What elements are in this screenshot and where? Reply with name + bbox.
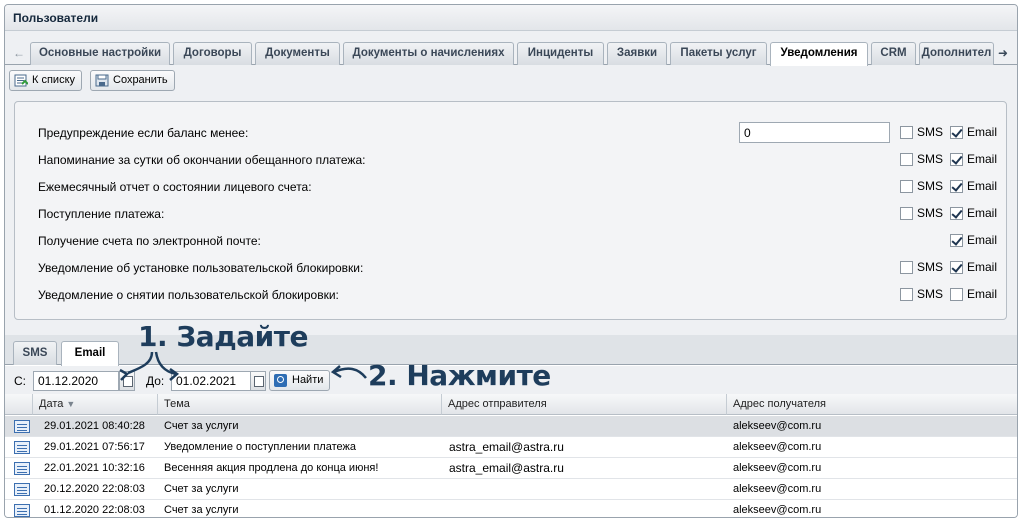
arrow-to-from-date — [127, 351, 154, 375]
annotation-arrows — [119, 351, 367, 381]
arrow-head-from — [119, 368, 130, 381]
